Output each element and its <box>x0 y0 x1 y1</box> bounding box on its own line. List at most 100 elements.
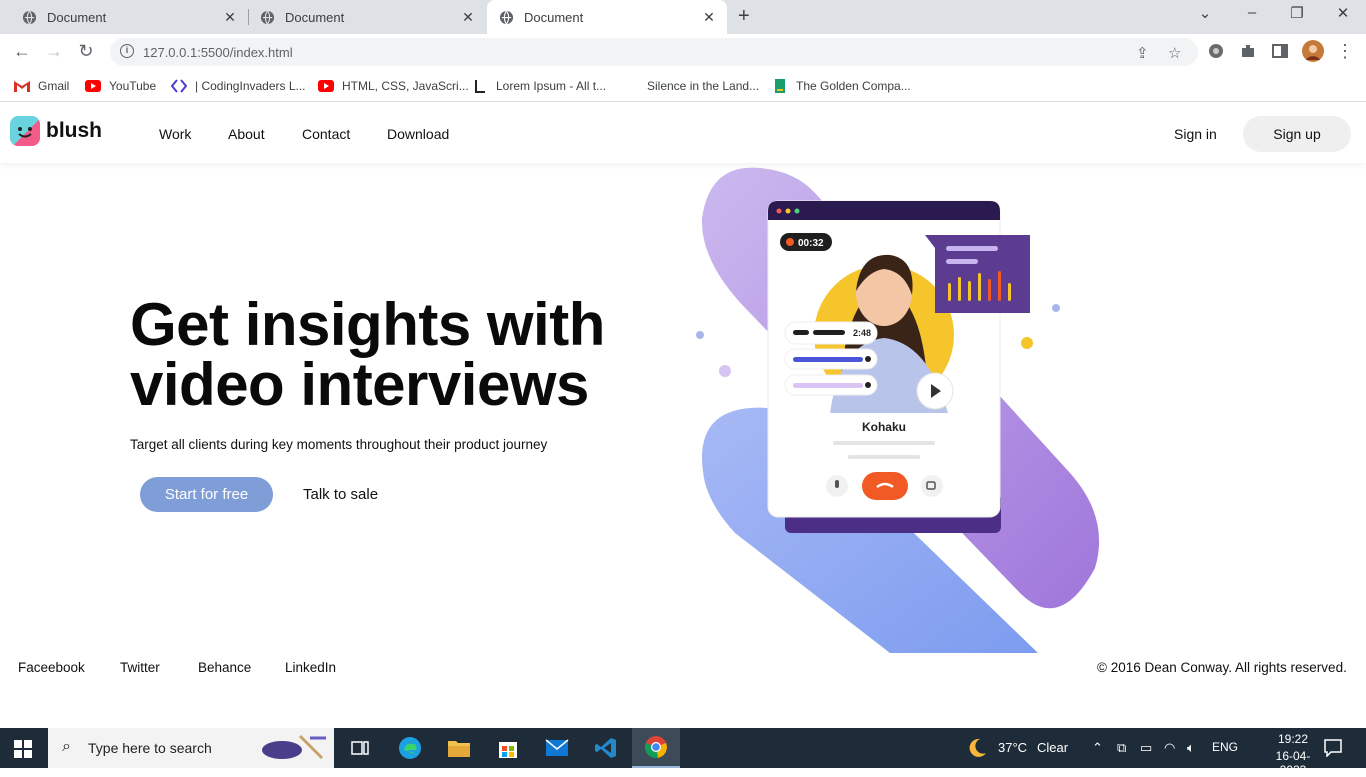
browser-tab-active[interactable]: Document ✕ <box>487 0 727 34</box>
share-icon[interactable]: ⇪ <box>1136 44 1149 62</box>
talk-to-sale-link[interactable]: Talk to sale <box>303 486 378 503</box>
globe-icon <box>22 10 37 24</box>
bookmark-star-icon[interactable]: ☆ <box>1168 44 1181 62</box>
hero-title-line1: Get insights with <box>130 291 605 358</box>
url-text[interactable]: 127.0.0.1:5500/index.html <box>143 45 293 60</box>
hero-title-line2: video interviews <box>130 351 589 418</box>
sign-in-link[interactable]: Sign in <box>1174 126 1217 142</box>
edge-taskbar-button[interactable] <box>386 728 434 768</box>
side-panel-icon[interactable] <box>1271 42 1289 60</box>
gmail-icon <box>14 81 30 92</box>
close-tab-icon[interactable]: ✕ <box>460 9 476 26</box>
bookmark-gmail[interactable]: Gmail <box>14 77 69 95</box>
tab-title: Document <box>524 9 584 25</box>
logo-text[interactable]: blush <box>46 119 102 143</box>
bookmark-lorem-ipsum[interactable]: Lorem Ipsum - All t... <box>472 77 606 95</box>
forward-icon[interactable]: → <box>43 41 65 62</box>
task-view-button[interactable] <box>336 728 384 768</box>
site-info-icon[interactable]: i <box>120 44 134 58</box>
chrome-icon <box>645 736 667 759</box>
blank-page-icon <box>623 79 639 93</box>
hero-title: Get insights with video interviews <box>130 295 690 415</box>
nav-work[interactable]: Work <box>159 126 191 142</box>
mail-taskbar-button[interactable] <box>533 728 581 768</box>
globe-icon <box>499 10 514 24</box>
search-icon: ⌕ <box>62 738 71 755</box>
clock-time[interactable]: 19:22 <box>1264 732 1322 746</box>
close-tab-icon[interactable]: ✕ <box>701 9 717 26</box>
start-for-free-button[interactable]: Start for free <box>140 477 273 512</box>
tab-search-icon[interactable]: ⌄ <box>1193 4 1217 22</box>
codinginvaders-icon <box>171 79 187 93</box>
minimize-icon[interactable]: – <box>1240 4 1264 21</box>
bookmark-label: HTML, CSS, JavaScri... <box>342 79 469 93</box>
hero-subtitle: Target all clients during key moments th… <box>130 437 548 452</box>
address-bar[interactable]: i 127.0.0.1:5500/index.html ⇪ ☆ <box>110 38 1198 66</box>
bookmark-golden-compass[interactable]: The Golden Compa... <box>772 77 911 95</box>
browser-tab[interactable]: Document ✕ <box>0 0 248 34</box>
tab-title: Document <box>285 9 345 25</box>
chrome-taskbar-button[interactable] <box>632 728 680 768</box>
browser-tab-strip: Document ✕ Document ✕ Document ✕ + ⌄ – ❐… <box>0 0 1366 34</box>
footer-twitter-link[interactable]: Twitter <box>120 660 160 675</box>
youtube-icon <box>318 80 334 92</box>
chrome-menu-icon[interactable]: ⋮ <box>1334 41 1356 62</box>
site-header: blush Work About Contact Download Sign i… <box>0 103 1366 163</box>
nav-download[interactable]: Download <box>387 126 449 142</box>
notifications-icon[interactable] <box>1324 739 1342 757</box>
puzzle-extensions-icon[interactable] <box>1239 42 1257 60</box>
windows-start-icon[interactable] <box>14 740 32 758</box>
bookmark-label: | CodingInvaders L... <box>195 79 306 93</box>
weather-moon-icon[interactable] <box>966 737 988 759</box>
weather-description[interactable]: Clear <box>1037 740 1068 755</box>
bookmark-html-css[interactable]: HTML, CSS, JavaScri... <box>318 77 469 95</box>
edge-icon <box>399 737 421 759</box>
web-page: blush Work About Contact Download Sign i… <box>0 103 1366 728</box>
file-explorer-taskbar-button[interactable] <box>435 728 483 768</box>
bookmark-codinginvaders[interactable]: | CodingInvaders L... <box>171 77 306 95</box>
battery-icon[interactable]: ▭ <box>1140 740 1152 756</box>
taskbar-search-placeholder: Type here to search <box>88 740 212 756</box>
footer-linkedin-link[interactable]: LinkedIn <box>285 660 336 675</box>
weather-temperature[interactable]: 37°C <box>998 740 1027 755</box>
profile-avatar[interactable] <box>1302 40 1324 62</box>
windows-taskbar: ⌕ Type here to search 37°C Clear ⌃ ⧉ ▭ ◠… <box>0 728 1366 777</box>
sign-up-button[interactable]: Sign up <box>1243 116 1351 152</box>
nav-contact[interactable]: Contact <box>302 126 350 142</box>
store-icon <box>499 742 517 758</box>
restore-icon[interactable]: ❐ <box>1285 4 1309 22</box>
close-tab-icon[interactable]: ✕ <box>222 9 238 26</box>
vscode-taskbar-button[interactable] <box>582 728 630 768</box>
store-taskbar-button[interactable] <box>484 728 532 768</box>
clock-date[interactable]: 16-04-2023 <box>1264 749 1322 777</box>
folder-icon <box>448 741 470 757</box>
network-adapter-icon[interactable]: ⧉ <box>1117 740 1126 756</box>
tab-title: Document <box>47 9 107 25</box>
extension-icon[interactable] <box>1207 42 1225 60</box>
bookmark-youtube[interactable]: YouTube <box>85 77 156 95</box>
bookmark-label: YouTube <box>109 79 157 93</box>
audio-duration: 2:48 <box>853 328 871 338</box>
browser-toolbar: ← → ↻ i 127.0.0.1:5500/index.html ⇪ ☆ ⋮ <box>0 34 1366 70</box>
footer-behance-link[interactable]: Behance <box>198 660 251 675</box>
wifi-icon[interactable]: ◠ <box>1164 740 1175 756</box>
footer-facebook-link[interactable]: Faceebook <box>18 660 85 675</box>
copyright-text: © 2016 Dean Conway. All rights reserved. <box>1097 660 1347 675</box>
bookmarks-bar: Gmail YouTube | CodingInvaders L... HTML… <box>0 70 1366 102</box>
taskbar-search-box[interactable]: ⌕ Type here to search <box>48 728 334 768</box>
back-icon[interactable]: ← <box>11 41 33 62</box>
new-tab-button[interactable]: + <box>738 5 750 28</box>
vscode-icon <box>595 738 616 758</box>
show-hidden-icons-chevron-icon[interactable]: ⌃ <box>1092 740 1103 756</box>
lipsum-icon <box>475 80 485 93</box>
reload-icon[interactable]: ↻ <box>75 41 97 62</box>
blush-logo-icon[interactable] <box>10 116 40 146</box>
bookmark-silence[interactable]: Silence in the Land... <box>623 77 759 95</box>
language-indicator[interactable]: ENG <box>1212 740 1238 754</box>
nav-about[interactable]: About <box>228 126 265 142</box>
browser-tab[interactable]: Document ✕ <box>238 0 486 34</box>
book-icon <box>775 79 785 93</box>
bookmark-label: The Golden Compa... <box>796 79 911 93</box>
volume-icon[interactable]: 🔈︎ <box>1187 740 1195 756</box>
close-window-icon[interactable]: ✕ <box>1331 4 1355 22</box>
